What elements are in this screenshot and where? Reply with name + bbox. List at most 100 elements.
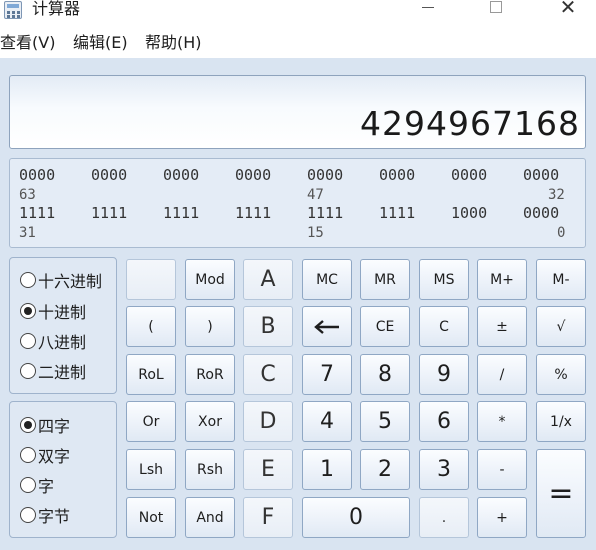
radio-circle-icon <box>20 507 36 523</box>
bit-group[interactable]: 0000 <box>523 204 559 222</box>
hex-f-button[interactable]: F <box>243 497 293 538</box>
percent-button[interactable]: % <box>536 354 586 395</box>
memory-recall-button[interactable]: MR <box>360 259 410 300</box>
digit-3-button[interactable]: 3 <box>419 449 469 490</box>
close-icon: ✕ <box>559 0 577 19</box>
and-button[interactable]: And <box>185 497 235 538</box>
radix-group: 十六进制 十进制 八进制 二进制 <box>9 257 117 394</box>
bit-group[interactable]: 1111 <box>307 204 343 222</box>
maximize-button[interactable] <box>473 0 519 22</box>
close-button[interactable]: ✕ <box>545 0 591 22</box>
hex-b-button[interactable]: B <box>243 306 293 347</box>
radio-qword[interactable]: 四字 <box>20 413 70 437</box>
radio-label: 十六进制 <box>38 272 103 291</box>
clear-button[interactable]: C <box>419 306 469 347</box>
radio-oct[interactable]: 八进制 <box>20 329 86 353</box>
window-title: 计算器 <box>32 0 81 18</box>
decimal-point-button[interactable]: . <box>419 497 469 538</box>
blank-button <box>126 259 176 300</box>
maximize-icon <box>490 1 502 13</box>
bit-group[interactable]: 1111 <box>91 204 127 222</box>
radio-word[interactable]: 字 <box>20 473 54 497</box>
minimize-icon <box>422 6 434 8</box>
calculator-app-icon <box>4 1 22 19</box>
backspace-arrow-icon <box>314 319 339 334</box>
right-shift-button[interactable]: Rsh <box>185 449 235 490</box>
digit-0-button[interactable]: 0 <box>302 497 410 538</box>
clear-entry-button[interactable]: CE <box>360 306 410 347</box>
radio-label: 字 <box>38 477 55 496</box>
menu-edit[interactable]: 编辑(E) <box>73 33 128 53</box>
bit-group[interactable]: 0000 <box>235 166 271 184</box>
display-value: 4294967168 <box>360 104 580 143</box>
memory-store-button[interactable]: MS <box>419 259 469 300</box>
digit-2-button[interactable]: 2 <box>360 449 410 490</box>
radio-dword[interactable]: 双字 <box>20 443 70 467</box>
plus-button[interactable]: + <box>477 497 527 538</box>
minus-button[interactable]: - <box>477 449 527 490</box>
hex-c-button[interactable]: C <box>243 354 293 395</box>
binary-bit-display: 0000 0000 0000 0000 0000 0000 0000 0000 … <box>9 158 586 248</box>
reciprocal-button[interactable]: 1/x <box>536 401 586 442</box>
bit-group[interactable]: 1111 <box>19 204 55 222</box>
digit-8-button[interactable]: 8 <box>360 354 410 395</box>
bit-group[interactable]: 0000 <box>523 166 559 184</box>
digit-4-button[interactable]: 4 <box>302 401 352 442</box>
bit-group[interactable]: 0000 <box>91 166 127 184</box>
radio-selected-icon <box>20 417 36 433</box>
memory-subtract-button[interactable]: M- <box>536 259 586 300</box>
radio-hex[interactable]: 十六进制 <box>20 268 102 292</box>
radio-dec[interactable]: 十进制 <box>20 299 86 323</box>
bit-group[interactable]: 1000 <box>451 204 487 222</box>
not-button[interactable]: Not <box>126 497 176 538</box>
left-shift-button[interactable]: Lsh <box>126 449 176 490</box>
bit-index-label: 0 <box>557 225 566 241</box>
radio-circle-icon <box>20 272 36 288</box>
rotate-right-button[interactable]: RoR <box>185 354 235 395</box>
radio-label: 十进制 <box>38 303 87 322</box>
radio-circle-icon <box>20 447 36 463</box>
minimize-button[interactable] <box>405 0 451 22</box>
hex-a-button[interactable]: A <box>243 259 293 300</box>
mod-button[interactable]: Mod <box>185 259 235 300</box>
memory-add-button[interactable]: M+ <box>477 259 527 300</box>
radio-byte[interactable]: 字节 <box>20 503 70 527</box>
digit-5-button[interactable]: 5 <box>360 401 410 442</box>
bit-index-label: 63 <box>19 187 36 203</box>
bit-group[interactable]: 0000 <box>19 166 55 184</box>
or-button[interactable]: Or <box>126 401 176 442</box>
bit-index-label: 32 <box>548 187 565 203</box>
left-paren-button[interactable]: ( <box>126 306 176 347</box>
radio-label: 二进制 <box>38 363 87 382</box>
equals-button[interactable]: = <box>536 449 586 538</box>
radio-bin[interactable]: 二进制 <box>20 359 86 383</box>
memory-clear-button[interactable]: MC <box>302 259 352 300</box>
bit-group[interactable]: 1111 <box>379 204 415 222</box>
square-root-button[interactable]: √ <box>536 306 586 347</box>
bit-index-label: 47 <box>307 187 324 203</box>
backspace-button[interactable] <box>302 306 352 347</box>
xor-button[interactable]: Xor <box>185 401 235 442</box>
menu-view[interactable]: 查看(V) <box>0 33 55 53</box>
digit-7-button[interactable]: 7 <box>302 354 352 395</box>
digit-9-button[interactable]: 9 <box>419 354 469 395</box>
multiply-button[interactable]: * <box>477 401 527 442</box>
rotate-left-button[interactable]: RoL <box>126 354 176 395</box>
digit-6-button[interactable]: 6 <box>419 401 469 442</box>
bit-group[interactable]: 0000 <box>307 166 343 184</box>
bit-group[interactable]: 1111 <box>235 204 271 222</box>
negate-button[interactable]: ± <box>477 306 527 347</box>
title-bar: 计算器 ✕ <box>0 0 596 26</box>
menu-help[interactable]: 帮助(H) <box>145 33 202 53</box>
bit-group[interactable]: 0000 <box>163 166 199 184</box>
result-display: 4294967168 <box>9 75 586 149</box>
bit-group[interactable]: 0000 <box>379 166 415 184</box>
bit-group[interactable]: 0000 <box>451 166 487 184</box>
bit-group[interactable]: 1111 <box>163 204 199 222</box>
menu-bar: 查看(V) 编辑(E) 帮助(H) <box>0 26 596 58</box>
digit-1-button[interactable]: 1 <box>302 449 352 490</box>
right-paren-button[interactable]: ) <box>185 306 235 347</box>
divide-button[interactable]: / <box>477 354 527 395</box>
hex-e-button[interactable]: E <box>243 449 293 490</box>
hex-d-button[interactable]: D <box>243 401 293 442</box>
